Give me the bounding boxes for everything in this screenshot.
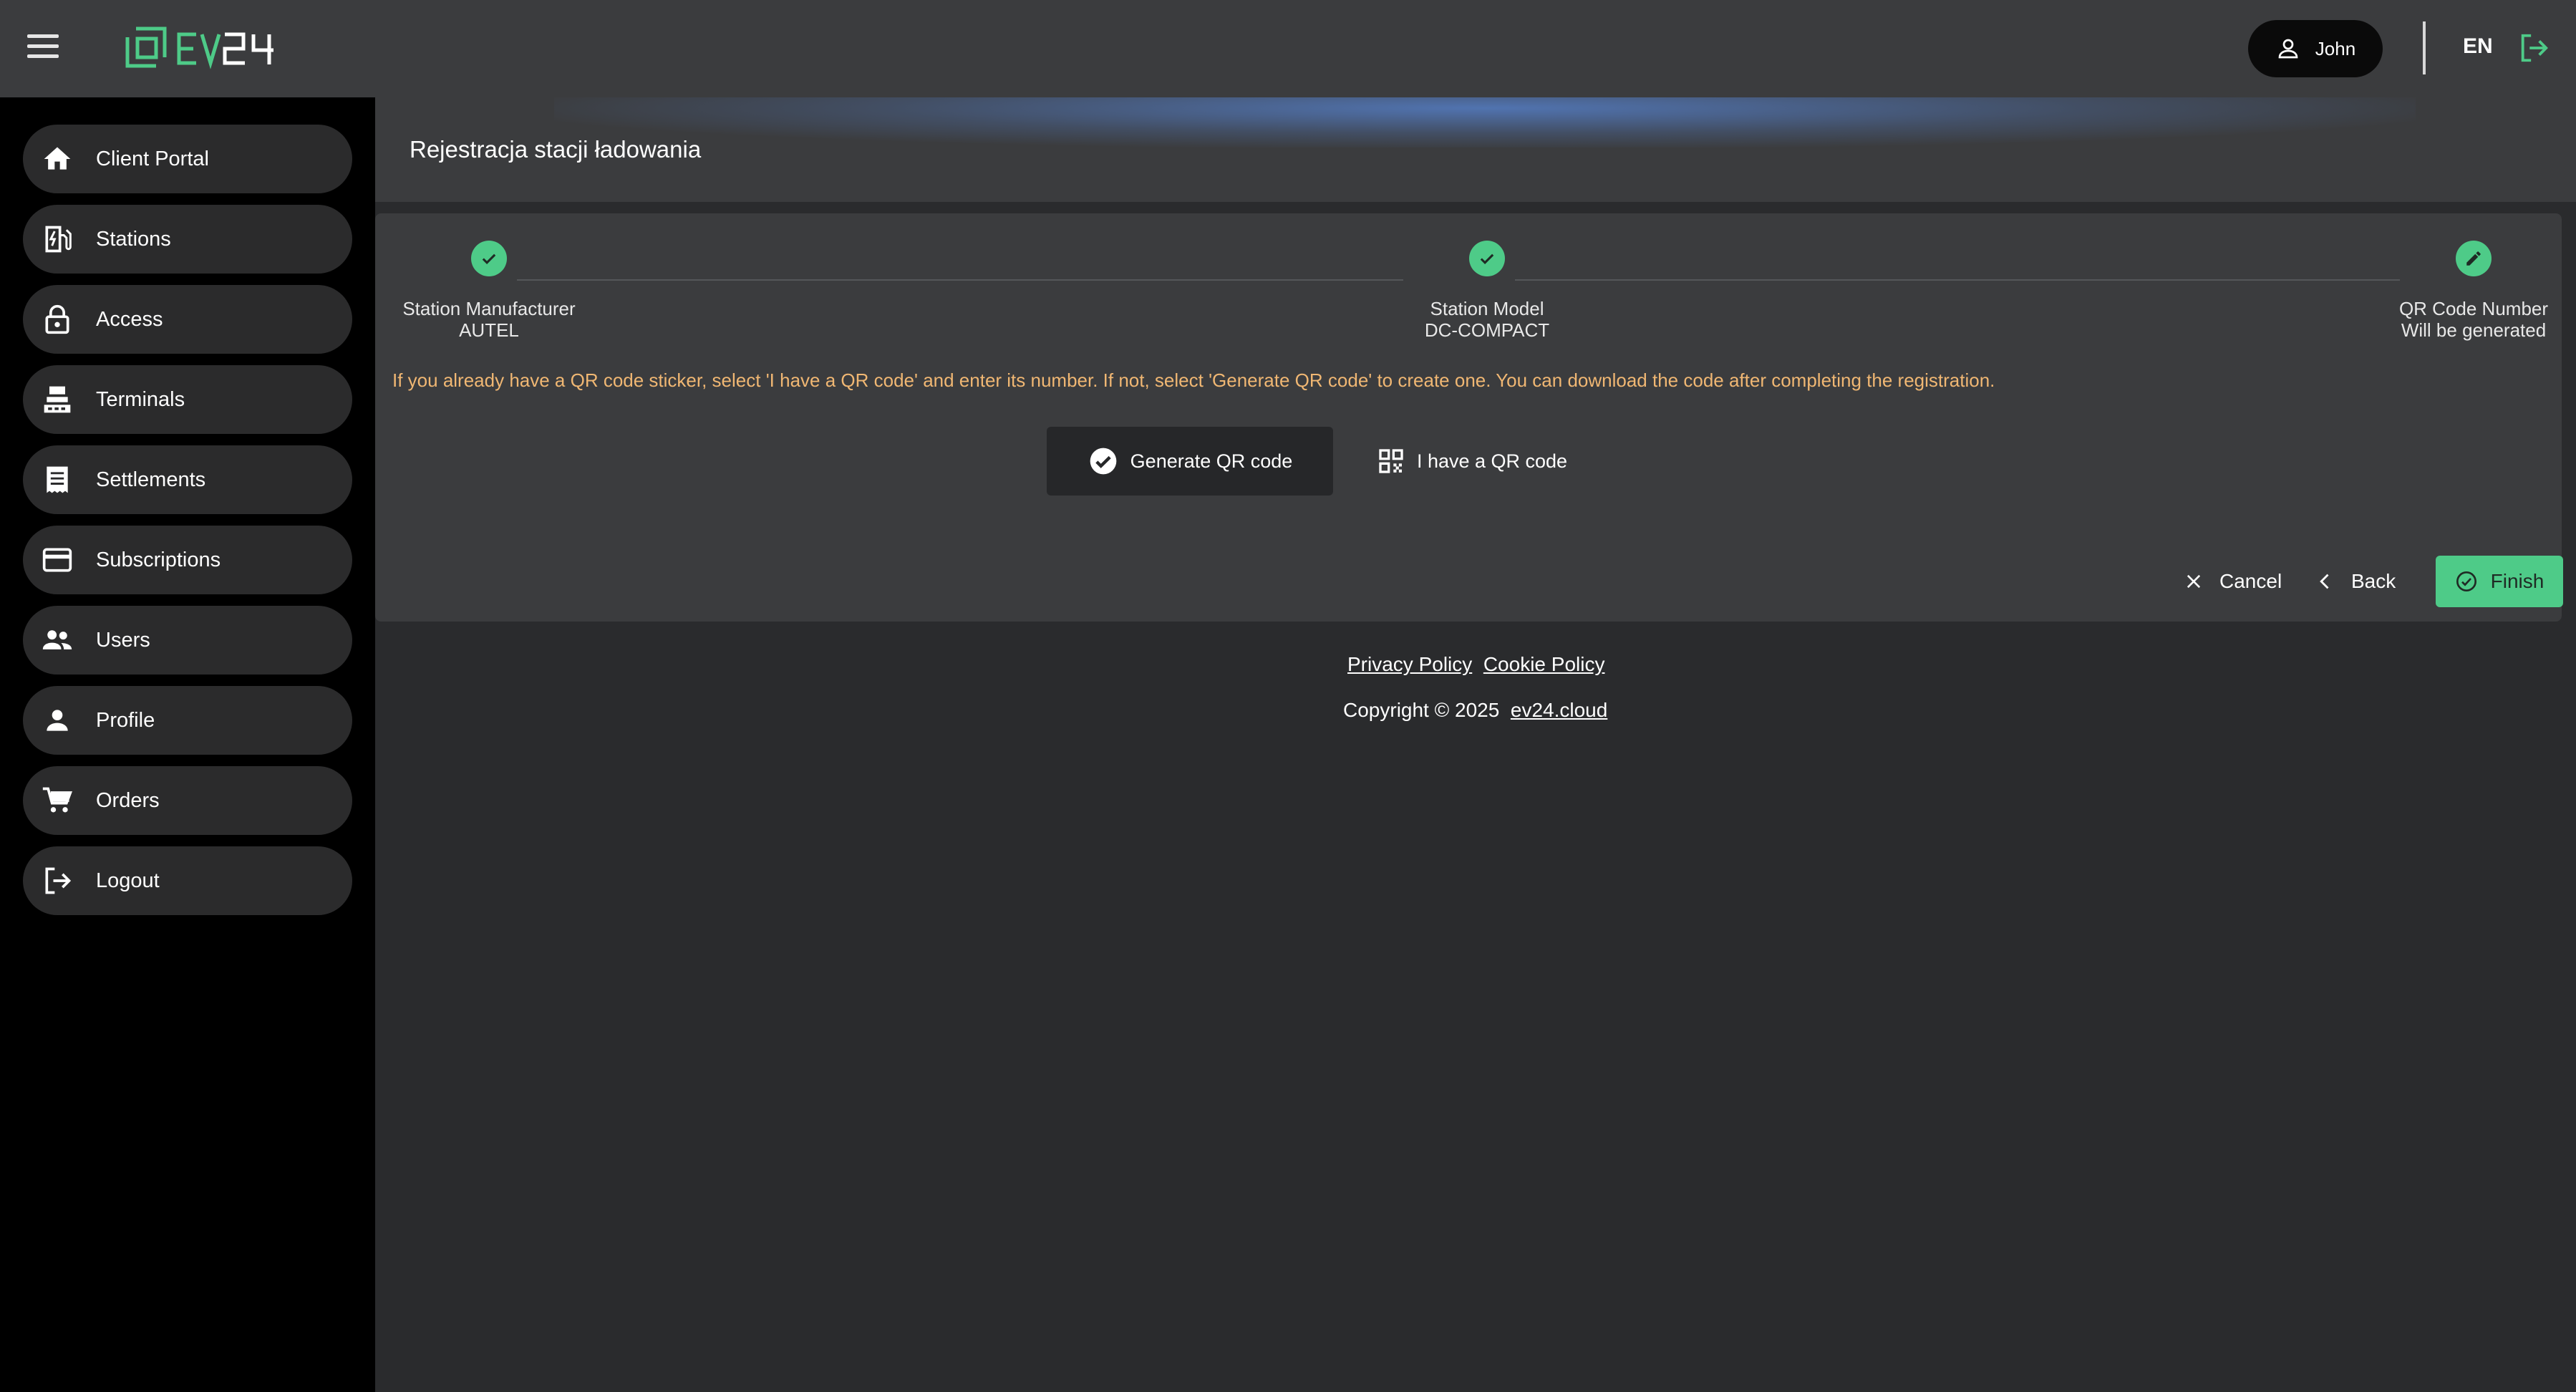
sidebar-item-access[interactable]: Access: [23, 285, 352, 354]
person-icon: [40, 703, 74, 738]
qr-code-hint: If you already have a QR code sticker, s…: [392, 369, 1995, 391]
sidebar-item-logout[interactable]: Logout: [23, 846, 352, 915]
page-header: Rejestracja stacji ładowania: [375, 97, 2576, 202]
back-button[interactable]: Back: [2315, 556, 2396, 607]
registration-stepper-card: Station Manufacturer AUTEL Station Model…: [375, 213, 2563, 622]
finish-label: Finish: [2490, 570, 2544, 592]
chevron-left-icon: [2320, 574, 2329, 589]
sidebar-item-stations[interactable]: Stations: [23, 205, 352, 274]
step-connector: [517, 279, 1403, 281]
header-divider: [2423, 21, 2426, 74]
privacy-policy-link[interactable]: Privacy Policy: [1347, 653, 1472, 675]
step-value: Will be generated: [2401, 319, 2547, 341]
credit-card-icon: [40, 543, 74, 577]
sidebar-item-label: Client Portal: [96, 147, 209, 170]
header-glow: [554, 97, 2416, 148]
logout-icon[interactable]: [2517, 32, 2550, 64]
sidebar-item-label: Settlements: [96, 468, 206, 491]
logout-icon: [40, 864, 74, 898]
group-icon: [40, 623, 74, 657]
step-value: AUTEL: [459, 319, 519, 341]
step-title: Station Manufacturer: [402, 298, 576, 319]
footer-copyright: Copyright © 2025 ev24.cloud: [1343, 699, 1607, 722]
sidebar-item-subscriptions[interactable]: Subscriptions: [23, 526, 352, 594]
step-complete-icon[interactable]: [1469, 241, 1505, 276]
qr-code-icon: [1379, 449, 1403, 473]
generate-qr-code-button[interactable]: Generate QR code: [1047, 427, 1333, 496]
sidebar-item-label: Profile: [96, 708, 155, 732]
ev24-logo[interactable]: [123, 24, 288, 72]
step-title: QR Code Number: [2398, 298, 2549, 319]
language-selector[interactable]: EN: [2463, 34, 2493, 59]
step-qr-code[interactable]: QR Code Number Will be generated: [2330, 298, 2576, 341]
sidebar-item-label: Subscriptions: [96, 548, 221, 571]
cart-icon: [40, 783, 74, 818]
have-qr-code-button[interactable]: I have a QR code: [1350, 427, 1594, 496]
sidebar-item-settlements[interactable]: Settlements: [23, 445, 352, 514]
sidebar-item-users[interactable]: Users: [23, 606, 352, 675]
sidebar-nav: Client Portal Stations Access Terminals …: [0, 97, 375, 1392]
sidebar-item-label: Users: [96, 628, 150, 652]
cookie-policy-link[interactable]: Cookie Policy: [1483, 653, 1605, 675]
home-icon: [40, 142, 74, 176]
sidebar-item-label: Orders: [96, 788, 160, 812]
top-app-bar: John EN: [0, 0, 2576, 97]
check-circle-icon: [1090, 448, 1117, 475]
user-name: John: [2315, 37, 2356, 59]
receipt-icon: [40, 463, 74, 497]
have-qr-code-label: I have a QR code: [1416, 450, 1568, 472]
hamburger-menu-icon[interactable]: [27, 34, 59, 63]
step-complete-icon[interactable]: [471, 241, 507, 276]
lock-icon: [40, 302, 74, 337]
generate-qr-code-label: Generate QR code: [1130, 450, 1293, 472]
finish-button[interactable]: Finish: [2436, 556, 2563, 607]
step-model[interactable]: Station Model DC-COMPACT: [1344, 298, 1630, 341]
copyright-text: Copyright © 2025: [1343, 699, 1500, 721]
site-link[interactable]: ev24.cloud: [1511, 699, 1607, 721]
back-label: Back: [2351, 570, 2396, 592]
cancel-label: Cancel: [2219, 570, 2282, 592]
check-circle-outline-icon: [2456, 571, 2476, 591]
page-title: Rejestracja stacji ładowania: [410, 136, 702, 163]
close-icon: [2187, 574, 2201, 589]
step-manufacturer[interactable]: Station Manufacturer AUTEL: [346, 298, 632, 341]
sidebar-item-profile[interactable]: Profile: [23, 686, 352, 755]
terminal-icon: [40, 382, 74, 417]
step-value: DC-COMPACT: [1424, 319, 1550, 341]
step-connector: [1515, 279, 2400, 281]
sidebar-item-label: Terminals: [96, 387, 185, 411]
ev-station-icon: [40, 222, 74, 256]
sidebar-item-label: Logout: [96, 869, 160, 892]
sidebar-item-orders[interactable]: Orders: [23, 766, 352, 835]
user-account-button[interactable]: John: [2248, 20, 2383, 77]
sidebar-item-label: Stations: [96, 227, 171, 251]
sidebar-item-label: Access: [96, 307, 163, 331]
sidebar-item-terminals[interactable]: Terminals: [23, 365, 352, 434]
step-edit-icon[interactable]: [2456, 241, 2492, 276]
logo-mark-icon: [125, 26, 273, 69]
person-outline-icon: [2278, 39, 2298, 59]
step-title: Station Model: [1430, 298, 1544, 319]
footer-links: Privacy Policy Cookie Policy: [1347, 653, 1604, 676]
sidebar-item-client-portal[interactable]: Client Portal: [23, 125, 352, 193]
cancel-button[interactable]: Cancel: [2184, 556, 2282, 607]
